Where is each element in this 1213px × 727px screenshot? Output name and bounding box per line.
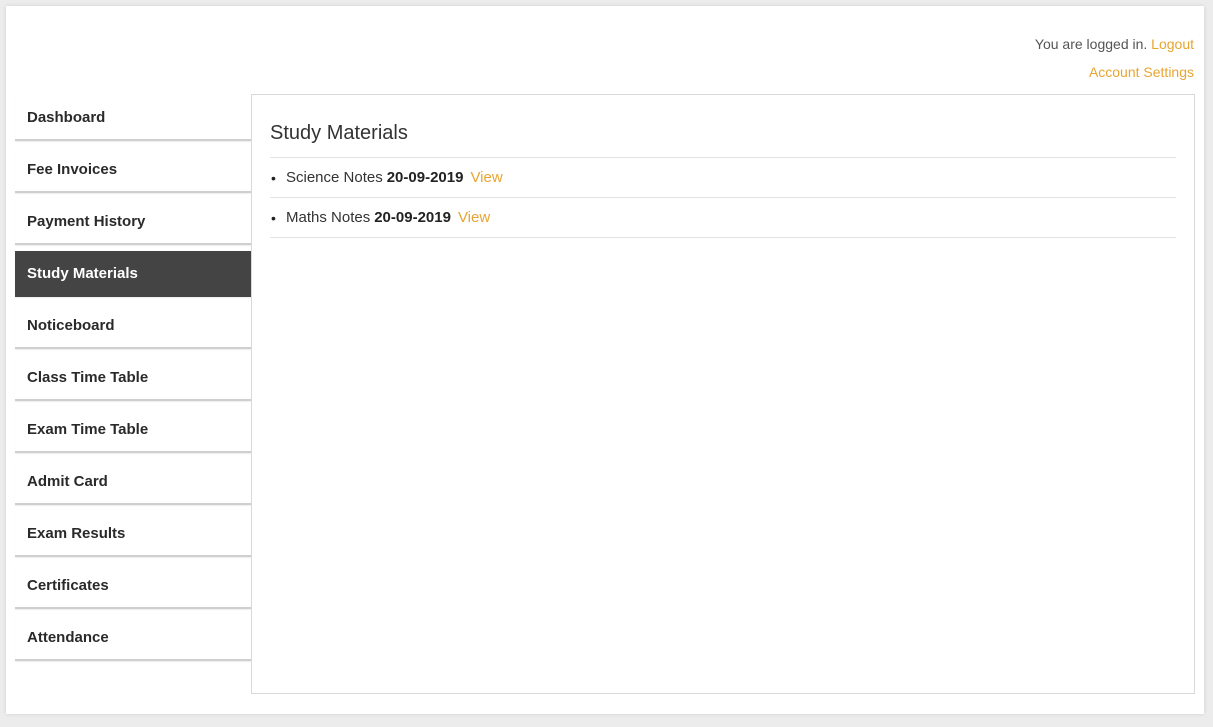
page-title: Study Materials [270, 95, 1176, 158]
logged-in-text: You are logged in. [1034, 36, 1148, 52]
bullet-icon: • [271, 209, 276, 226]
sidebar-item-label: Attendance [27, 628, 109, 646]
sidebar-item-label: Payment History [27, 212, 146, 230]
account-panel: You are logged in. Logout Account Settin… [1035, 36, 1194, 92]
material-name: Science Notes [286, 169, 383, 186]
sidebar-item-payment-history[interactable]: Payment History [15, 199, 251, 245]
page-card: You are logged in. Logout Account Settin… [6, 6, 1204, 714]
list-item: • Science Notes 20-09-2019 View [270, 158, 1176, 198]
list-item: • Maths Notes 20-09-2019 View [270, 198, 1176, 238]
sidebar-item-noticeboard[interactable]: Noticeboard [15, 303, 251, 349]
view-link[interactable]: View [458, 209, 490, 226]
sidebar-item-label: Exam Results [27, 524, 126, 542]
material-date: 20-09-2019 [386, 169, 464, 186]
sidebar-item-study-materials[interactable]: Study Materials [15, 251, 251, 297]
sidebar-item-dashboard[interactable]: Dashboard [15, 95, 251, 141]
sidebar-item-label: Study Materials [27, 264, 138, 282]
sidebar-item-label: Class Time Table [27, 368, 149, 386]
sidebar-item-label: Noticeboard [27, 316, 115, 334]
sidebar-item-admit-card[interactable]: Admit Card [15, 459, 251, 505]
sidebar-item-class-time-table[interactable]: Class Time Table [15, 355, 251, 401]
sidebar-item-fee-invoices[interactable]: Fee Invoices [15, 147, 251, 193]
sidebar-nav: Dashboard Fee Invoices Payment History S… [15, 95, 251, 667]
sidebar-item-exam-time-table[interactable]: Exam Time Table [15, 407, 251, 453]
material-date: 20-09-2019 [374, 209, 451, 226]
logout-link[interactable]: Logout [1151, 36, 1194, 52]
sidebar-item-attendance[interactable]: Attendance [15, 615, 251, 661]
sidebar-item-label: Certificates [27, 576, 109, 594]
sidebar-item-label: Fee Invoices [27, 160, 118, 178]
study-materials-panel: Study Materials • Science Notes 20-09-20… [251, 94, 1195, 694]
account-settings-link[interactable]: Account Settings [1089, 64, 1194, 80]
sidebar-item-certificates[interactable]: Certificates [15, 563, 251, 609]
sidebar-item-label: Admit Card [27, 472, 108, 490]
view-link[interactable]: View [470, 169, 502, 186]
materials-list: • Science Notes 20-09-2019 View • Maths … [270, 158, 1176, 238]
sidebar-item-exam-results[interactable]: Exam Results [15, 511, 251, 557]
sidebar-item-label: Dashboard [27, 108, 106, 126]
sidebar-item-label: Exam Time Table [27, 420, 149, 438]
bullet-icon: • [271, 169, 276, 186]
material-name: Maths Notes [286, 209, 371, 226]
